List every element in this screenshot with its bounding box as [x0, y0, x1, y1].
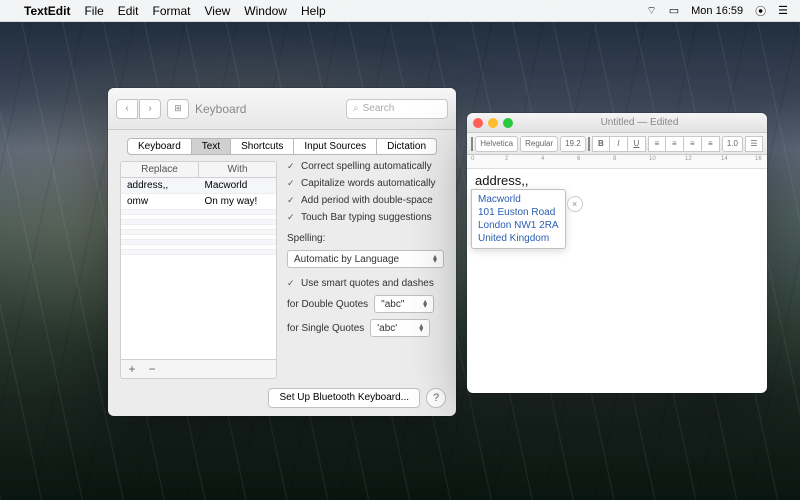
text-style-segment: B I U: [592, 136, 646, 152]
help-button[interactable]: ?: [426, 388, 446, 408]
check-correct-spelling[interactable]: Correct spelling automatically: [287, 161, 444, 172]
textedit-title: Untitled — Edited: [518, 117, 761, 128]
alignment-segment: ≡ ≡ ≡ ≡: [648, 136, 720, 152]
bluetooth-keyboard-button[interactable]: Set Up Bluetooth Keyboard...: [268, 388, 420, 408]
tab-input-sources[interactable]: Input Sources: [294, 138, 377, 155]
menu-file[interactable]: File: [84, 4, 103, 18]
italic-button[interactable]: I: [610, 136, 628, 152]
back-button[interactable]: ‹: [116, 99, 138, 119]
preferences-window: ‹ › ⊞ Keyboard ⌕ Search Keyboard Text Sh…: [108, 88, 456, 416]
search-input[interactable]: ⌕ Search: [346, 99, 448, 119]
spelling-label: Spelling:: [287, 233, 444, 244]
font-family-select[interactable]: Helvetica: [475, 136, 518, 152]
menu-edit[interactable]: Edit: [118, 4, 139, 18]
menu-view[interactable]: View: [205, 4, 231, 18]
show-all-button[interactable]: ⊞: [167, 99, 189, 119]
single-quotes-label: for Single Quotes: [287, 323, 364, 334]
menubar: TextEdit File Edit Format View Window He…: [0, 0, 800, 22]
clock[interactable]: Mon 16:59: [691, 5, 743, 17]
chevron-updown-icon: ▴▾: [433, 255, 437, 263]
align-right-button[interactable]: ≡: [684, 136, 702, 152]
list-button[interactable]: ☰: [745, 136, 763, 152]
font-style-select[interactable]: Regular: [520, 136, 558, 152]
prefs-tabs: Keyboard Text Shortcuts Input Sources Di…: [108, 130, 456, 161]
prefs-title: Keyboard: [195, 102, 340, 116]
align-left-button[interactable]: ≡: [648, 136, 666, 152]
chevron-updown-icon: ▴▾: [423, 300, 427, 308]
search-icon: ⌕: [353, 103, 359, 114]
replacements-header: Replace With: [120, 161, 277, 178]
text-color-icon[interactable]: [588, 137, 590, 151]
underline-button[interactable]: U: [628, 136, 646, 152]
spacing-select[interactable]: 1.0: [722, 136, 743, 152]
chevron-updown-icon: ▴▾: [419, 324, 423, 332]
col-with[interactable]: With: [199, 162, 276, 177]
tab-dictation[interactable]: Dictation: [377, 138, 437, 155]
double-quotes-select[interactable]: "abc" ▴▾: [374, 295, 434, 313]
add-button[interactable]: +: [125, 362, 139, 376]
align-justify-button[interactable]: ≡: [702, 136, 720, 152]
check-smart-quotes[interactable]: Use smart quotes and dashes: [287, 278, 444, 289]
menu-app[interactable]: TextEdit: [24, 4, 70, 18]
col-replace[interactable]: Replace: [121, 162, 199, 177]
tab-shortcuts[interactable]: Shortcuts: [231, 138, 294, 155]
tab-keyboard[interactable]: Keyboard: [127, 138, 192, 155]
text-content-area[interactable]: address,, Macworld 101 Euston Road Londo…: [467, 169, 767, 192]
font-size-select[interactable]: 19.2: [560, 136, 586, 152]
ruler[interactable]: 0 2 4 6 8 10 12 14 16: [467, 155, 767, 169]
prefs-toolbar: ‹ › ⊞ Keyboard ⌕ Search: [108, 88, 456, 130]
minimize-button[interactable]: [488, 118, 498, 128]
table-row[interactable]: omw On my way!: [121, 194, 276, 210]
tab-text[interactable]: Text: [192, 138, 231, 155]
textedit-window: Untitled — Edited Helvetica Regular 19.2…: [467, 113, 767, 393]
table-row[interactable]: address,, Macworld: [121, 178, 276, 194]
notifications-icon[interactable]: ☰: [778, 4, 788, 17]
check-capitalize[interactable]: Capitalize words automatically: [287, 178, 444, 189]
forward-button[interactable]: ›: [139, 99, 161, 119]
list-segment: ☰: [745, 136, 763, 152]
text-replacement-popup[interactable]: Macworld 101 Euston Road London NW1 2RA …: [471, 189, 566, 249]
zoom-button[interactable]: [503, 118, 513, 128]
bold-button[interactable]: B: [592, 136, 610, 152]
close-button[interactable]: [473, 118, 483, 128]
textedit-format-toolbar: Helvetica Regular 19.2 B I U ≡ ≡ ≡ ≡ 1.0…: [467, 133, 767, 155]
remove-button[interactable]: −: [145, 362, 159, 376]
menu-format[interactable]: Format: [152, 4, 190, 18]
menu-help[interactable]: Help: [301, 4, 326, 18]
popup-close-icon[interactable]: ×: [567, 196, 583, 212]
typed-text: address,,: [475, 173, 759, 188]
textedit-titlebar[interactable]: Untitled — Edited: [467, 113, 767, 133]
check-touchbar[interactable]: Touch Bar typing suggestions: [287, 212, 444, 223]
menu-window[interactable]: Window: [244, 4, 287, 18]
spelling-select[interactable]: Automatic by Language ▴▾: [287, 250, 444, 268]
spotlight-icon[interactable]: ⦿: [755, 3, 766, 19]
align-center-button[interactable]: ≡: [666, 136, 684, 152]
wifi-icon[interactable]: ⌔: [646, 4, 656, 18]
replacements-table[interactable]: address,, Macworld omw On my way!: [120, 178, 277, 360]
battery-icon[interactable]: ▭: [669, 4, 679, 17]
search-placeholder: Search: [363, 103, 395, 114]
font-panel-icon[interactable]: [471, 137, 473, 151]
single-quotes-select[interactable]: 'abc' ▴▾: [370, 319, 430, 337]
double-quotes-label: for Double Quotes: [287, 299, 368, 310]
check-add-period[interactable]: Add period with double-space: [287, 195, 444, 206]
